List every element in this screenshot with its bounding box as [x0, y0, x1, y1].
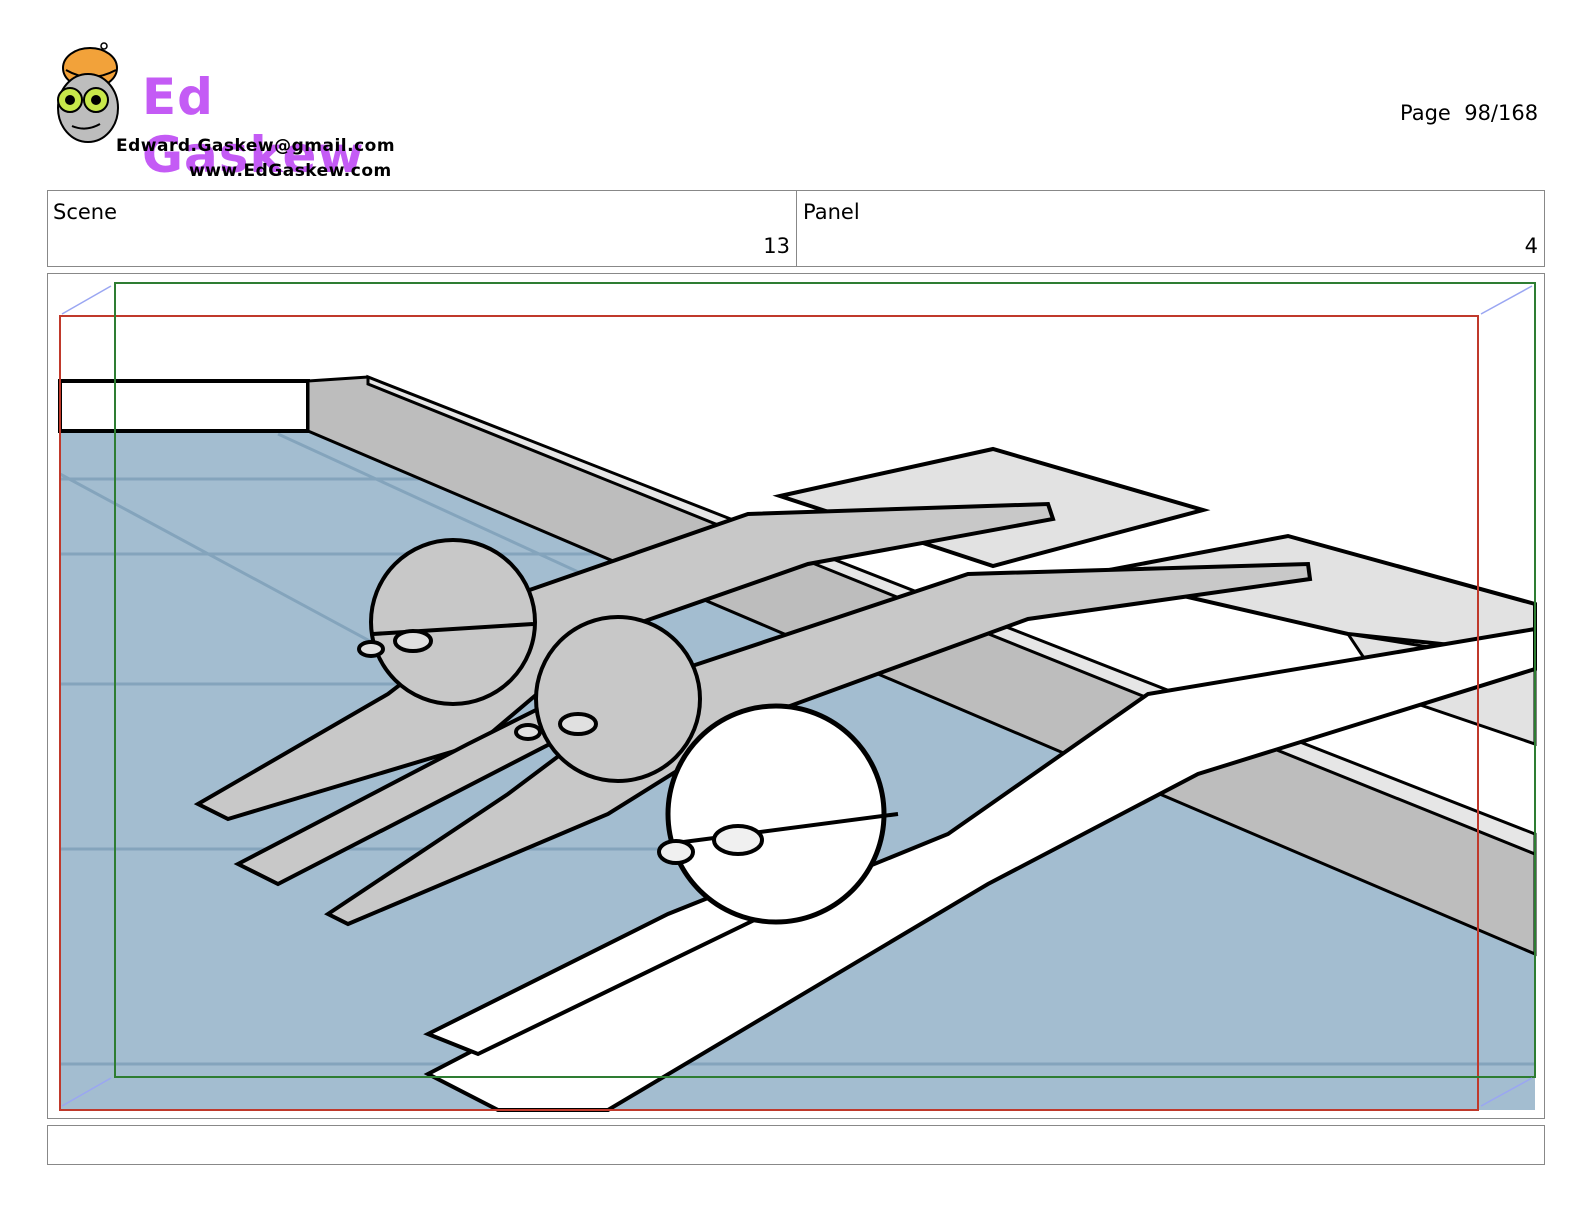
pool-deck [58, 379, 310, 433]
notes-box [47, 1125, 1545, 1165]
logo-first-name: Ed [142, 68, 214, 126]
page-label: Page [1400, 101, 1451, 125]
scene-label: Scene [53, 200, 118, 224]
page-indicator: Page 98/168 [1400, 101, 1538, 125]
logo: Ed Gaskew Edward.Gaskew@gmail.com www.Ed… [52, 40, 396, 185]
header-divider [796, 190, 797, 267]
logo-email: Edward.Gaskew@gmail.com [116, 136, 396, 156]
mascot-icon [57, 42, 119, 143]
page-number: 98/168 [1464, 101, 1539, 125]
panel-label: Panel [803, 200, 860, 224]
storyboard-drawing [58, 282, 1537, 1112]
panel-number: 4 [1524, 234, 1538, 258]
scene-number: 13 [763, 234, 790, 258]
logo-website: www.EdGaskew.com [189, 161, 392, 181]
